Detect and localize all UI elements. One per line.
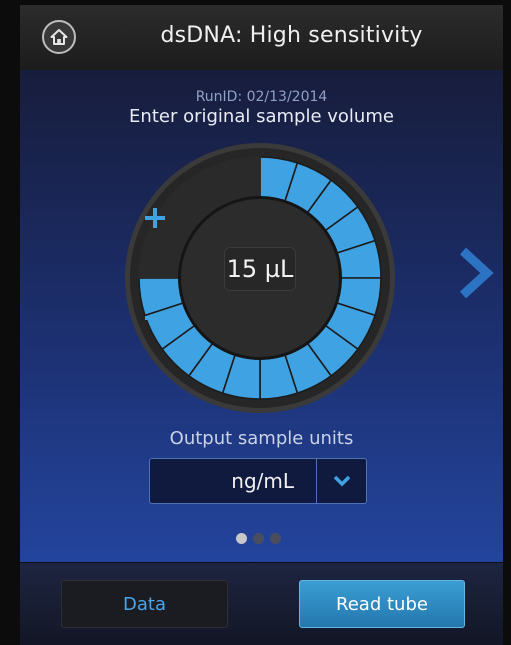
units-dropdown-button[interactable] xyxy=(317,459,367,503)
read-tube-button[interactable]: Read tube xyxy=(299,580,465,628)
page-dot[interactable] xyxy=(253,533,264,544)
device-bezel-left xyxy=(0,0,20,644)
footer-bar: Data Read tube xyxy=(20,562,503,645)
output-units-label: Output sample units xyxy=(169,428,354,449)
next-page-button[interactable] xyxy=(453,245,497,301)
home-button[interactable] xyxy=(42,20,76,54)
output-units-value: ng/mL xyxy=(231,469,294,493)
page-indicator xyxy=(236,533,281,545)
volume-value-display: 15 µL xyxy=(224,247,296,291)
header-bar: dsDNA: High sensitivity xyxy=(20,5,503,71)
home-icon xyxy=(50,29,68,45)
chevron-right-icon xyxy=(459,247,494,299)
chevron-down-icon xyxy=(333,475,351,487)
page-dot[interactable] xyxy=(236,533,247,544)
data-button[interactable]: Data xyxy=(61,580,228,628)
main-panel: RunID: 02/13/2014 Enter original sample … xyxy=(20,70,503,562)
output-units-select[interactable]: ng/mL xyxy=(149,458,367,504)
device-bezel-right xyxy=(503,0,511,644)
instruction-label: Enter original sample volume xyxy=(129,106,394,127)
minus-icon xyxy=(145,316,165,320)
increment-button[interactable] xyxy=(138,203,172,233)
run-id-label: RunID: 02/13/2014 xyxy=(195,89,328,105)
volume-value: 15 µL xyxy=(226,255,294,283)
page-title: dsDNA: High sensitivity xyxy=(160,23,423,48)
page-dot[interactable] xyxy=(270,533,281,544)
plus-icon xyxy=(145,208,165,228)
decrement-button[interactable] xyxy=(138,303,172,333)
